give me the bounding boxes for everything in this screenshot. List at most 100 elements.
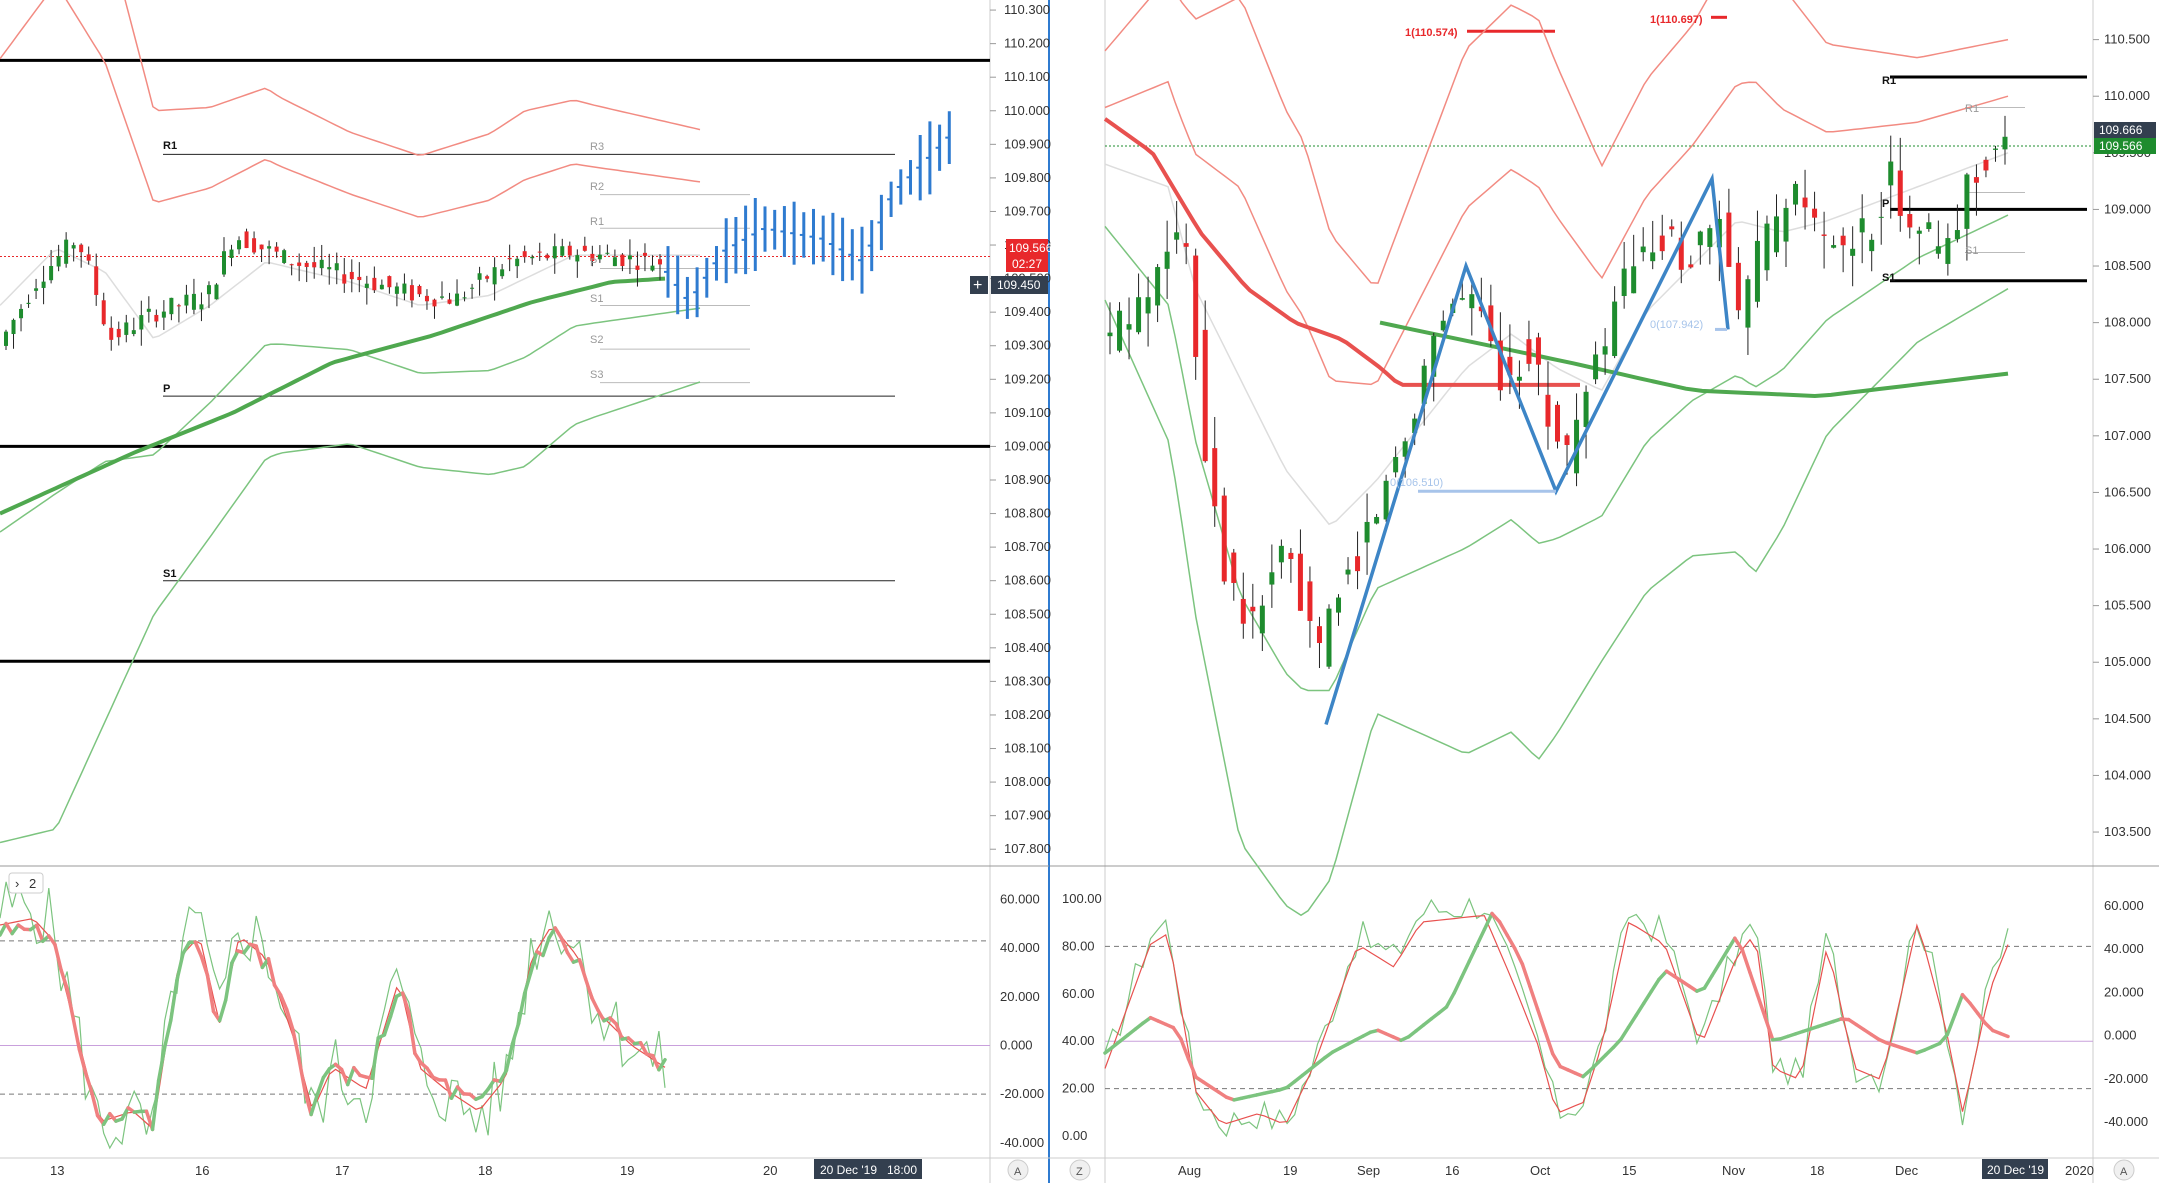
left-osc-main-segment (510, 1021, 521, 1046)
candle-body (1297, 553, 1303, 611)
left-pivot-p: P (163, 383, 170, 395)
right-osc-left-tick-label: 60.00 (1062, 986, 1095, 1001)
candle-body (1964, 174, 1970, 229)
left-pivot-s1: S1 (163, 568, 176, 580)
candle-body (1697, 231, 1703, 246)
candle-body (455, 293, 460, 306)
candle-body (1707, 228, 1713, 247)
right-osc-main-segment (1998, 1031, 2010, 1039)
right-osc-main-segment (1459, 959, 1471, 980)
candle-body (131, 330, 136, 335)
candle-body (26, 302, 31, 304)
left-price-tick-label: 110.100 (1004, 69, 1050, 84)
candle-body (1735, 262, 1741, 311)
candle-body (1840, 235, 1846, 246)
candle-body (1288, 552, 1294, 559)
a-button-left[interactable]: A (1007, 1159, 1029, 1181)
right-pivot-p: P (1882, 198, 1889, 210)
candle-body (530, 256, 535, 259)
left-pivot-s2-small: S2 (590, 334, 603, 346)
left-price-tick-label: 109.300 (1004, 338, 1051, 353)
right-osc-right-tick-label: -20.000 (2104, 1071, 2148, 1086)
left-time-badge-text: 20 Dec '19 18:00 (820, 1163, 917, 1177)
right-time-label: 16 (1445, 1163, 1459, 1178)
right-osc-main-segment (1953, 993, 1965, 1017)
candle-body (1278, 545, 1284, 563)
left-osc-tick-label: 20.000 (1000, 989, 1040, 1004)
left-pivot-s3-small: S3 (590, 369, 603, 381)
candle-body (1793, 183, 1799, 205)
candle-body (1754, 240, 1760, 302)
right-price-pane[interactable] (1103, 0, 2093, 917)
right-pivot-s1-small: S1 (1965, 245, 1978, 257)
candle-body (124, 322, 129, 335)
candle-body (1916, 230, 1922, 234)
candle-body (1526, 339, 1532, 364)
candle-body (1992, 148, 1998, 150)
candle-body (342, 274, 347, 284)
right-oscillator-pane[interactable] (1103, 897, 2093, 1138)
left-price-tick-label: 108.400 (1004, 640, 1051, 655)
left-osc-main-segment (346, 1065, 356, 1087)
candle-body (1202, 329, 1208, 462)
candle-body (1259, 605, 1265, 634)
candle-body (1812, 208, 1818, 218)
candle-body (1564, 435, 1570, 446)
right-price-tick-label: 106.000 (2104, 541, 2151, 556)
candle-body (1726, 212, 1732, 267)
left-osc-main-segment (162, 1018, 173, 1049)
right-osc-left-tick-label: 80.00 (1062, 938, 1095, 953)
candle-body (1212, 448, 1218, 507)
candle-body (19, 308, 24, 319)
right-time-label: Oct (1530, 1163, 1551, 1178)
crosshair-plus-icon: + (973, 277, 982, 294)
left-price-tick-label: 110.300 (1004, 2, 1050, 17)
right-time-label: Aug (1178, 1163, 1201, 1178)
candle-body (492, 267, 497, 285)
right-time-label: 2020 (2065, 1163, 2094, 1178)
candle-body (237, 240, 242, 250)
left-oscillator-pane[interactable] (0, 881, 990, 1150)
candle-body (139, 315, 144, 330)
candle-body (417, 285, 422, 295)
right-osc-main-segment (1710, 961, 1722, 978)
candle-body (1907, 214, 1913, 228)
candle-body (642, 252, 647, 256)
right-osc-main-segment (1171, 1025, 1183, 1041)
candle-body (11, 319, 16, 335)
osc-toggle-button[interactable]: › 2 (8, 872, 44, 894)
left-bb-lower-outer (0, 381, 701, 844)
left-price-tick-label: 110.200 (1004, 36, 1050, 51)
candle-body (1945, 238, 1951, 264)
cursor-price-badge[interactable]: + 109.450 (970, 276, 1048, 294)
right-osc-main-segment (1642, 989, 1654, 1006)
left-price-tick-label: 108.200 (1004, 707, 1051, 722)
left-price-tick-label: 108.600 (1004, 573, 1051, 588)
candle-body (267, 246, 272, 249)
candle-body (515, 258, 520, 267)
candle-body (282, 250, 287, 263)
z-button[interactable]: Z (1069, 1159, 1091, 1181)
candle-body (1602, 346, 1608, 355)
left-bb-upper-outer (124, 0, 701, 156)
left-price-pane[interactable] (0, 0, 990, 844)
candle-body (86, 254, 91, 261)
candle-body (1888, 161, 1894, 186)
candle-body (1355, 556, 1361, 572)
candle-body (176, 305, 181, 307)
candle-body (394, 286, 399, 294)
candle-body (432, 299, 437, 307)
right-pivot-r1-small: R1 (1965, 103, 1979, 115)
right-price-tick-label: 105.500 (2104, 598, 2151, 613)
right-osc-main-segment (1475, 927, 1487, 948)
right-osc-right-tick-label: -40.000 (2104, 1114, 2148, 1129)
right-price-tick-label: 105.000 (2104, 654, 2151, 669)
candle-body (440, 296, 444, 298)
right-price-tick-label: 108.000 (2104, 315, 2151, 330)
candle-body (620, 254, 625, 267)
right-osc-right-tick-label: 60.000 (2104, 898, 2144, 913)
left-time-label: 13 (50, 1163, 64, 1178)
right-price-tick-label: 110.500 (2104, 32, 2150, 47)
a-button-right[interactable]: A (2113, 1159, 2135, 1181)
left-price-tick-label: 108.800 (1004, 506, 1051, 521)
